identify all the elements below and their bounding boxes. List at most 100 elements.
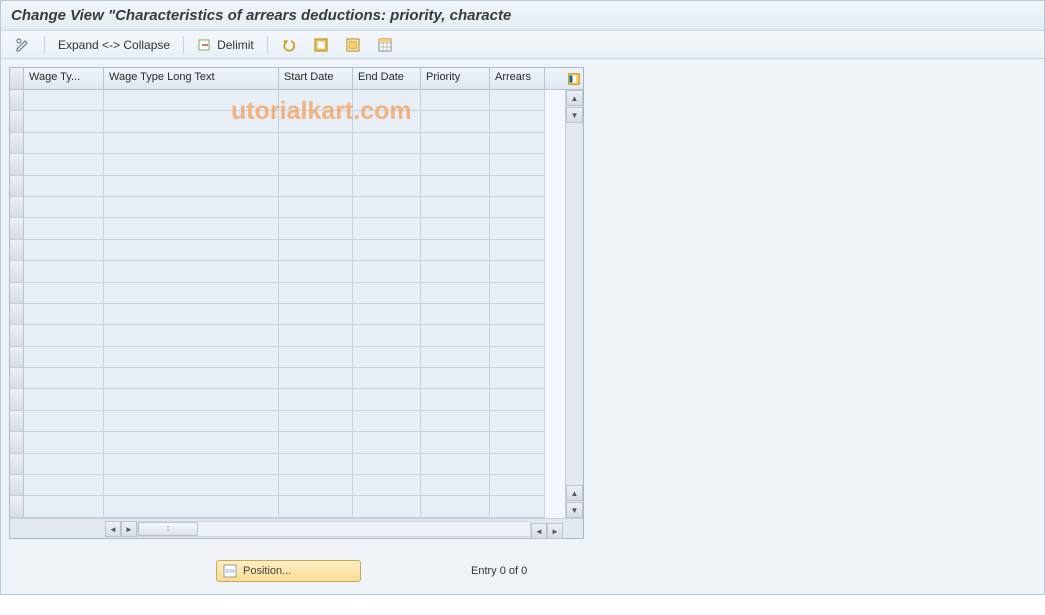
table-cell[interactable] bbox=[104, 176, 279, 197]
row-selector[interactable] bbox=[10, 176, 24, 197]
table-cell[interactable] bbox=[353, 304, 421, 325]
row-selector[interactable] bbox=[10, 496, 24, 517]
table-cell[interactable] bbox=[490, 176, 545, 197]
table-cell[interactable] bbox=[490, 197, 545, 218]
table-cell[interactable] bbox=[24, 240, 104, 261]
scroll-right-step-button[interactable]: ◄ bbox=[531, 523, 547, 539]
table-cell[interactable] bbox=[490, 133, 545, 154]
row-selector[interactable] bbox=[10, 389, 24, 410]
table-cell[interactable] bbox=[104, 111, 279, 132]
table-cell[interactable] bbox=[104, 454, 279, 475]
table-cell[interactable] bbox=[421, 432, 490, 453]
table-cell[interactable] bbox=[104, 261, 279, 282]
table-cell[interactable] bbox=[421, 133, 490, 154]
table-cell[interactable] bbox=[104, 283, 279, 304]
table-cell[interactable] bbox=[24, 475, 104, 496]
table-cell[interactable] bbox=[490, 432, 545, 453]
table-configure-button[interactable] bbox=[565, 68, 583, 89]
vertical-scrollbar[interactable]: ▲ ▼ ▲ ▼ bbox=[565, 90, 583, 518]
table-cell[interactable] bbox=[421, 90, 490, 111]
table-cell[interactable] bbox=[421, 197, 490, 218]
table-cell[interactable] bbox=[490, 496, 545, 517]
table-cell[interactable] bbox=[421, 454, 490, 475]
select-all-rows[interactable] bbox=[10, 68, 24, 89]
table-cell[interactable] bbox=[353, 283, 421, 304]
row-selector[interactable] bbox=[10, 240, 24, 261]
column-header[interactable]: Wage Type Long Text bbox=[104, 68, 279, 89]
table-cell[interactable] bbox=[353, 496, 421, 517]
table-cell[interactable] bbox=[24, 176, 104, 197]
row-selector[interactable] bbox=[10, 197, 24, 218]
expand-collapse-button[interactable]: Expand <-> Collapse bbox=[52, 35, 176, 55]
table-cell[interactable] bbox=[104, 197, 279, 218]
hscroll-track[interactable] bbox=[137, 521, 531, 537]
row-selector[interactable] bbox=[10, 283, 24, 304]
table-cell[interactable] bbox=[353, 240, 421, 261]
table-cell[interactable] bbox=[279, 90, 353, 111]
table-cell[interactable] bbox=[279, 347, 353, 368]
column-header[interactable]: Wage Ty... bbox=[24, 68, 104, 89]
table-cell[interactable] bbox=[490, 111, 545, 132]
table-cell[interactable] bbox=[24, 454, 104, 475]
table-cell[interactable] bbox=[279, 475, 353, 496]
table-cell[interactable] bbox=[490, 261, 545, 282]
table-cell[interactable] bbox=[353, 154, 421, 175]
row-selector[interactable] bbox=[10, 454, 24, 475]
row-selector[interactable] bbox=[10, 325, 24, 346]
table-cell[interactable] bbox=[490, 283, 545, 304]
table-cell[interactable] bbox=[24, 90, 104, 111]
table-cell[interactable] bbox=[353, 325, 421, 346]
table-cell[interactable] bbox=[279, 218, 353, 239]
table-cell[interactable] bbox=[421, 325, 490, 346]
table-cell[interactable] bbox=[104, 411, 279, 432]
table-cell[interactable] bbox=[279, 240, 353, 261]
table-cell[interactable] bbox=[421, 240, 490, 261]
table-cell[interactable] bbox=[24, 154, 104, 175]
table-cell[interactable] bbox=[353, 389, 421, 410]
row-selector[interactable] bbox=[10, 133, 24, 154]
table-cell[interactable] bbox=[421, 411, 490, 432]
table-cell[interactable] bbox=[24, 111, 104, 132]
table-cell[interactable] bbox=[490, 368, 545, 389]
table-cell[interactable] bbox=[24, 411, 104, 432]
table-cell[interactable] bbox=[353, 368, 421, 389]
table-cell[interactable] bbox=[24, 496, 104, 517]
table-cell[interactable] bbox=[490, 304, 545, 325]
table-cell[interactable] bbox=[421, 176, 490, 197]
table-cell[interactable] bbox=[421, 261, 490, 282]
row-selector[interactable] bbox=[10, 90, 24, 111]
table-cell[interactable] bbox=[490, 411, 545, 432]
table-cell[interactable] bbox=[353, 432, 421, 453]
table-cell[interactable] bbox=[353, 90, 421, 111]
table-cell[interactable] bbox=[104, 133, 279, 154]
table-cell[interactable] bbox=[421, 111, 490, 132]
table-cell[interactable] bbox=[24, 133, 104, 154]
scroll-up-step-button[interactable]: ▼ bbox=[566, 107, 583, 123]
row-selector[interactable] bbox=[10, 111, 24, 132]
table-cell[interactable] bbox=[279, 304, 353, 325]
scroll-down-button[interactable]: ▼ bbox=[566, 502, 583, 518]
table-cell[interactable] bbox=[279, 154, 353, 175]
table-cell[interactable] bbox=[24, 325, 104, 346]
table-cell[interactable] bbox=[421, 389, 490, 410]
row-selector[interactable] bbox=[10, 218, 24, 239]
table-cell[interactable] bbox=[353, 454, 421, 475]
table-cell[interactable] bbox=[490, 218, 545, 239]
table-cell[interactable] bbox=[24, 283, 104, 304]
table-cell[interactable] bbox=[104, 496, 279, 517]
row-selector[interactable] bbox=[10, 304, 24, 325]
table-cell[interactable] bbox=[104, 389, 279, 410]
row-selector[interactable] bbox=[10, 261, 24, 282]
table-cell[interactable] bbox=[279, 389, 353, 410]
table-cell[interactable] bbox=[24, 261, 104, 282]
table-cell[interactable] bbox=[279, 325, 353, 346]
table-cell[interactable] bbox=[104, 347, 279, 368]
row-selector[interactable] bbox=[10, 432, 24, 453]
column-header[interactable]: Start Date bbox=[279, 68, 353, 89]
scroll-right-button[interactable]: ► bbox=[547, 523, 563, 539]
table-cell[interactable] bbox=[490, 240, 545, 261]
table-cell[interactable] bbox=[104, 475, 279, 496]
table-cell[interactable] bbox=[490, 389, 545, 410]
scroll-left-step-button[interactable]: ► bbox=[121, 521, 137, 537]
hscroll-thumb[interactable] bbox=[138, 522, 198, 536]
